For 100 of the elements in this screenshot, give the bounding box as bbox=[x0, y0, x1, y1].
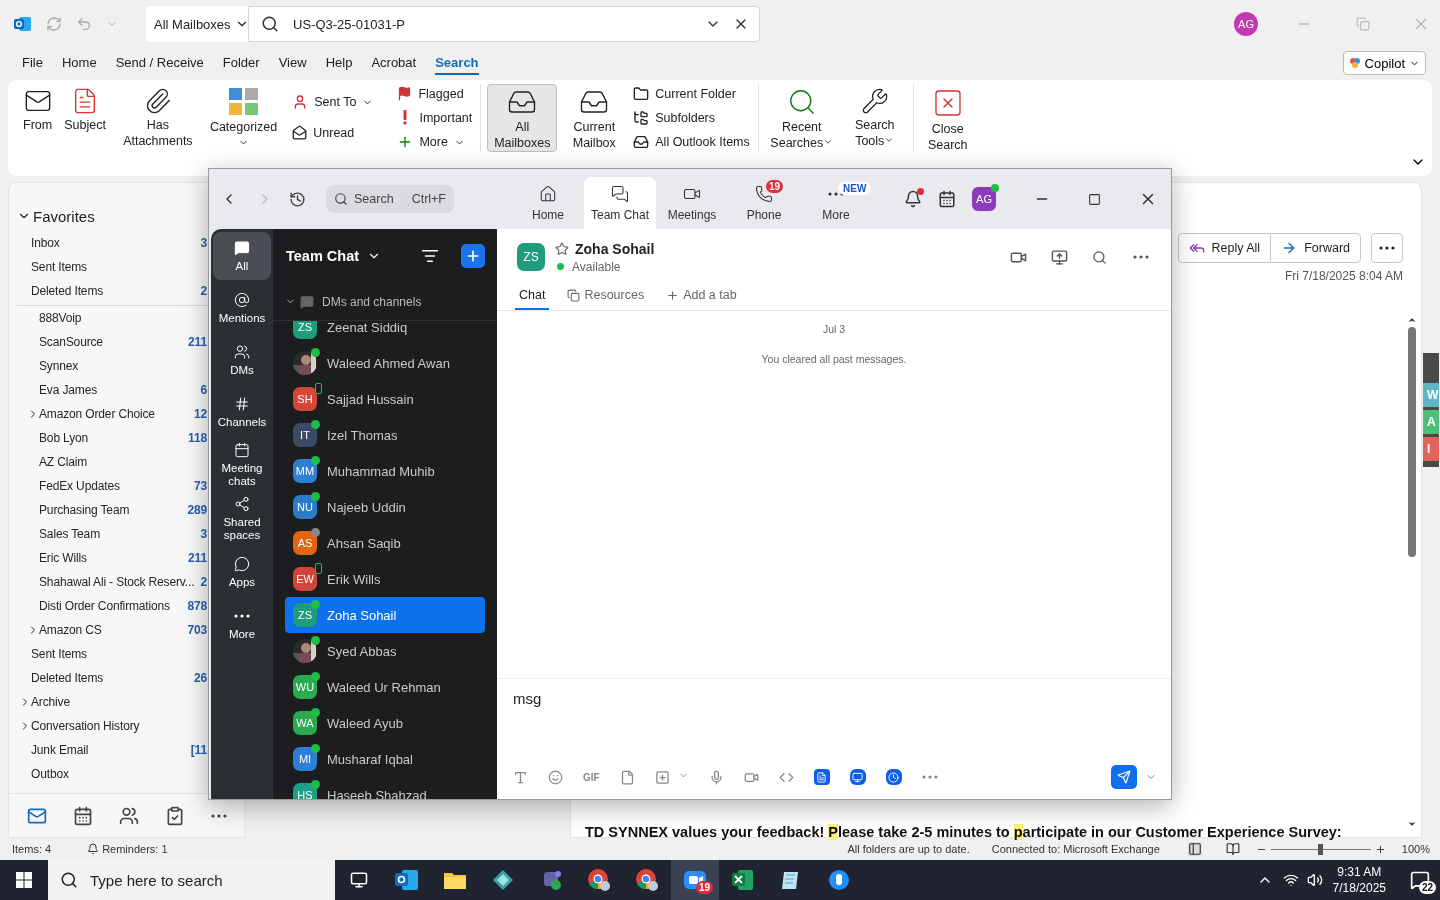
contact-row[interactable]: EW Erik Wills bbox=[285, 561, 485, 597]
panel-title[interactable]: Team Chat bbox=[286, 248, 360, 264]
folder-name[interactable]: FedEx Updates bbox=[39, 479, 120, 493]
volume-icon[interactable] bbox=[1306, 872, 1323, 888]
chat-tab[interactable]: Resources bbox=[563, 288, 649, 310]
contact-row[interactable]: NU Najeeb Uddin bbox=[285, 489, 485, 525]
contact-row[interactable]: HS Haseeb Shahzad bbox=[285, 777, 485, 799]
menu-tab[interactable]: Acrobat bbox=[371, 51, 417, 75]
folder-name[interactable]: Eric Wills bbox=[39, 551, 87, 565]
task-view-icon[interactable] bbox=[350, 871, 368, 889]
ribbon-button[interactable]: Search Tools bbox=[842, 84, 907, 152]
contact-row[interactable]: WU Waleed Ur Rehman bbox=[285, 669, 485, 705]
file-icon[interactable] bbox=[619, 769, 635, 785]
search-input[interactable]: US-Q3-25-01031-P bbox=[291, 13, 693, 35]
ribbon-button[interactable]: From bbox=[20, 84, 56, 152]
folder-name[interactable]: Junk Email bbox=[31, 743, 89, 757]
excel-app-icon[interactable] bbox=[732, 869, 754, 891]
folder-name[interactable]: Synnex bbox=[39, 359, 79, 373]
windows-logo-icon[interactable] bbox=[16, 872, 32, 888]
contact-row[interactable]: ZS Zeenat Siddiq bbox=[285, 321, 485, 345]
scope-button[interactable]: Current Mailbox bbox=[559, 84, 630, 152]
mailbox-scope-dropdown[interactable]: All Mailboxes bbox=[146, 6, 248, 42]
folder-name[interactable]: Sales Team bbox=[39, 527, 100, 541]
folder-name[interactable]: 888Voip bbox=[39, 311, 82, 325]
rail-item[interactable]: Mentions bbox=[213, 284, 271, 332]
mouse-app-icon[interactable] bbox=[828, 869, 850, 891]
folder-name[interactable]: Amazon CS bbox=[39, 623, 102, 637]
clips-app-icon[interactable] bbox=[885, 769, 902, 785]
contact-row[interactable]: MM Muhammad Muhib bbox=[285, 453, 485, 489]
contact-row[interactable]: ZS Zoha Sohail bbox=[285, 597, 485, 633]
new-chat-button[interactable] bbox=[461, 244, 485, 268]
menu-tab[interactable]: View bbox=[278, 51, 307, 75]
folder-name[interactable]: Bob Lyon bbox=[39, 431, 89, 445]
normal-view-icon[interactable] bbox=[1187, 842, 1202, 856]
share-screen-icon[interactable] bbox=[1051, 248, 1068, 266]
section-title[interactable]: Favorites bbox=[33, 207, 95, 225]
outlook-app-icon[interactable] bbox=[395, 869, 419, 891]
contact-row[interactable]: WA Waleed Ayub bbox=[285, 705, 485, 741]
contact-row[interactable]: IT Izel Thomas bbox=[285, 417, 485, 453]
ribbon-button[interactable]: Recent Searches bbox=[764, 84, 839, 152]
reminders-status[interactable]: Reminders: 1 bbox=[102, 843, 168, 855]
rail-item[interactable]: More bbox=[213, 600, 271, 648]
ribbon-button[interactable]: Unread bbox=[290, 123, 376, 142]
rail-item[interactable]: DMs bbox=[213, 336, 271, 384]
history-icon[interactable] bbox=[289, 190, 306, 208]
contact-row[interactable]: MI Musharaf Iqbal bbox=[285, 741, 485, 777]
ribbon-button[interactable]: Has Attachments bbox=[114, 84, 201, 152]
ribbon-button[interactable]: Flagged bbox=[395, 84, 475, 103]
menu-tab[interactable]: Home bbox=[61, 51, 97, 75]
gif-button[interactable]: GIF bbox=[583, 771, 600, 783]
clock[interactable]: 9:31 AM 7/18/2025 bbox=[1332, 864, 1386, 896]
zoom-slider[interactable] bbox=[1270, 843, 1371, 855]
menu-tab[interactable]: Search bbox=[435, 51, 479, 75]
folder-app-icon[interactable] bbox=[443, 870, 467, 890]
folder-name[interactable]: Inbox bbox=[31, 236, 60, 250]
menu-tab[interactable]: Folder bbox=[222, 51, 260, 75]
chrome-app-icon[interactable] bbox=[635, 868, 659, 892]
zoom-in-icon[interactable] bbox=[1374, 843, 1386, 855]
ribbon-button[interactable]: Subject bbox=[61, 84, 109, 152]
nav-tab[interactable]: Phone 19 bbox=[728, 177, 800, 229]
rail-item[interactable]: Apps bbox=[213, 548, 271, 596]
folder-name[interactable]: Archive bbox=[31, 695, 70, 709]
folder-name[interactable]: Sent Items bbox=[31, 260, 87, 274]
chat-tab[interactable]: Chat bbox=[515, 288, 550, 310]
menu-tab[interactable]: Send / Receive bbox=[115, 51, 204, 75]
contact-row[interactable]: Syed Abbas bbox=[285, 633, 485, 669]
taskbar-search-field[interactable]: Type here to search bbox=[48, 860, 335, 900]
folder-name[interactable]: AZ Claim bbox=[39, 455, 88, 469]
ribbon-button[interactable]: Sent To bbox=[290, 92, 376, 112]
scope-option[interactable]: Subfolders bbox=[631, 108, 752, 128]
ribbon-button[interactable]: Important bbox=[395, 108, 475, 127]
bell-icon[interactable] bbox=[904, 190, 922, 208]
search-icon[interactable] bbox=[1092, 249, 1107, 265]
folder-name[interactable]: Disti Order Confirmations bbox=[39, 599, 170, 613]
folder-name[interactable]: Conversation History bbox=[31, 719, 140, 733]
section-header[interactable]: DMs and channels bbox=[322, 294, 422, 309]
chrome-app-icon[interactable] bbox=[587, 868, 611, 892]
close-search-button[interactable]: Close Search bbox=[919, 84, 976, 152]
emoji-icon[interactable] bbox=[548, 769, 563, 785]
ribbon-button[interactable]: More bbox=[395, 132, 475, 152]
zoom-taskbar-button[interactable]: 19 bbox=[671, 860, 719, 900]
rail-item[interactable]: Channels bbox=[213, 388, 271, 436]
reading-view-icon[interactable] bbox=[1225, 842, 1240, 856]
send-button[interactable] bbox=[1111, 765, 1137, 789]
contact-row[interactable]: SH Sajjad Hussain bbox=[285, 381, 485, 417]
network-icon[interactable] bbox=[1282, 872, 1299, 888]
reply-action-button[interactable]: Forward bbox=[1270, 233, 1361, 263]
scope-button[interactable]: All Mailboxes bbox=[487, 84, 558, 152]
search-field[interactable]: US-Q3-25-01031-P bbox=[248, 6, 760, 42]
more-icon[interactable] bbox=[211, 813, 227, 818]
nav-tab[interactable]: Team Chat bbox=[584, 177, 656, 229]
maximize-icon[interactable] bbox=[1088, 192, 1101, 206]
nav-tab[interactable]: Meetings bbox=[656, 177, 728, 229]
contact-row[interactable]: AS Ahsan Saqib bbox=[285, 525, 485, 561]
more-icon[interactable] bbox=[1133, 255, 1149, 259]
calendar-icon[interactable] bbox=[73, 805, 93, 826]
folder-name[interactable]: Amazon Order Choice bbox=[39, 407, 155, 421]
chat-tab[interactable]: Add a tab bbox=[662, 288, 741, 310]
rail-item[interactable]: All bbox=[213, 232, 271, 280]
diamond-app-icon[interactable] bbox=[492, 869, 514, 891]
